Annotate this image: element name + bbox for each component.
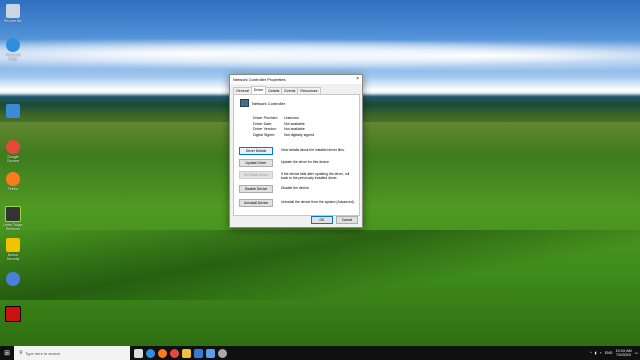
network-adapter-icon bbox=[240, 99, 249, 107]
roll-back-driver-button: Roll Back Driver bbox=[239, 171, 273, 179]
tree-shadow bbox=[0, 230, 640, 300]
cancel-button[interactable]: Cancel bbox=[336, 216, 358, 224]
disable-device-button[interactable]: Disable Device bbox=[239, 185, 273, 193]
desktop-icon-app[interactable] bbox=[2, 306, 24, 323]
store-icon[interactable] bbox=[194, 348, 203, 358]
system-tray: ^ ▮ ◖ ENG 10:XX AM 7/X/20XX ▭ bbox=[590, 346, 638, 360]
update-driver-button[interactable]: Update Driver bbox=[239, 159, 273, 167]
volume-icon[interactable]: ◖ bbox=[600, 351, 602, 355]
desktop-icon-globe[interactable] bbox=[2, 272, 24, 287]
mail-icon[interactable] bbox=[206, 348, 215, 358]
desktop-icon-computer[interactable] bbox=[2, 104, 24, 119]
dialog-tabs: General Driver Details Events Resources bbox=[233, 86, 321, 95]
chevron-up-icon[interactable]: ^ bbox=[590, 351, 592, 355]
windows-start-icon[interactable]: ⊞ bbox=[0, 346, 14, 360]
chrome-icon[interactable] bbox=[170, 348, 179, 358]
action-desc: Uninstall the device from the system (Ad… bbox=[281, 199, 355, 204]
info-row: Digital Signer: Not digitally signed bbox=[253, 133, 314, 139]
desktop-icon-trojan-remover[interactable]: Leets Trojan Remover bbox=[2, 206, 24, 231]
pinned-apps bbox=[134, 346, 227, 360]
driver-info: Driver Provider: Unknown Driver Date: No… bbox=[253, 116, 314, 138]
recycle-bin-icon bbox=[6, 4, 20, 18]
dialog-footer: OK Cancel bbox=[311, 216, 358, 224]
settings-icon[interactable] bbox=[218, 348, 227, 358]
action-desc: Update the driver for this device. bbox=[281, 159, 330, 164]
driver-panel: Network Controller Driver Provider: Unkn… bbox=[233, 94, 360, 216]
globe-icon bbox=[6, 272, 20, 286]
file-explorer-icon[interactable] bbox=[182, 348, 191, 358]
computer-icon bbox=[6, 104, 20, 118]
app-icon bbox=[5, 306, 21, 322]
dialog-title: Network Controller Properties bbox=[233, 77, 286, 82]
edge-icon[interactable] bbox=[146, 348, 155, 358]
edge-icon bbox=[6, 38, 20, 52]
info-value: Not digitally signed bbox=[284, 132, 315, 137]
desktop-icon-recycle-bin[interactable]: Recycle Bin bbox=[2, 4, 24, 23]
ok-button[interactable]: OK bbox=[311, 216, 333, 224]
close-icon[interactable]: × bbox=[356, 76, 359, 82]
taskbar: ⊞ ⚲ Type here to search ^ ▮ ◖ ENG 10:XX … bbox=[0, 346, 640, 360]
tab-general[interactable]: General bbox=[233, 87, 252, 94]
search-box[interactable]: ⚲ Type here to search bbox=[14, 346, 130, 360]
network-icon[interactable]: ▮ bbox=[595, 351, 597, 355]
driver-details-button[interactable]: Driver Details bbox=[239, 147, 273, 155]
device-name: Network Controller bbox=[252, 100, 286, 106]
dialog-titlebar[interactable]: Network Controller Properties × bbox=[230, 75, 362, 84]
action-desc: View details about the installed driver … bbox=[281, 147, 345, 152]
properties-dialog: Network Controller Properties × General … bbox=[229, 74, 363, 228]
clock[interactable]: 10:XX AM 7/X/20XX bbox=[616, 349, 632, 357]
remover-icon bbox=[5, 206, 21, 222]
action-desc: Disable the device. bbox=[281, 185, 310, 190]
clouds bbox=[0, 38, 640, 70]
task-view-icon[interactable] bbox=[134, 348, 143, 358]
notification-icon[interactable]: ▭ bbox=[635, 351, 638, 355]
info-key: Digital Signer: bbox=[253, 132, 276, 137]
tab-resources[interactable]: Resources bbox=[297, 87, 321, 94]
search-icon: ⚲ bbox=[19, 350, 23, 356]
firefox-icon bbox=[6, 172, 20, 186]
desktop-icon-edge[interactable]: Microsoft Edge bbox=[2, 38, 24, 61]
device-header: Network Controller bbox=[240, 99, 285, 107]
search-placeholder: Type here to search bbox=[25, 350, 61, 356]
tab-events[interactable]: Events bbox=[281, 87, 299, 94]
norton-icon bbox=[6, 238, 20, 252]
desktop-icon-firefox[interactable]: Firefox bbox=[2, 172, 24, 191]
clock-date: 7/X/20XX bbox=[616, 353, 632, 357]
desktop-icon-chrome[interactable]: Google Chrome bbox=[2, 140, 24, 163]
action-desc: If the device fails after updating the d… bbox=[281, 171, 350, 180]
uninstall-device-button[interactable]: Uninstall Device bbox=[239, 199, 273, 207]
language-indicator[interactable]: ENG bbox=[605, 351, 613, 355]
tab-details[interactable]: Details bbox=[265, 87, 283, 94]
firefox-icon[interactable] bbox=[158, 348, 167, 358]
desktop-icon-norton[interactable]: Norton Security bbox=[2, 238, 24, 261]
chrome-icon bbox=[6, 140, 20, 154]
